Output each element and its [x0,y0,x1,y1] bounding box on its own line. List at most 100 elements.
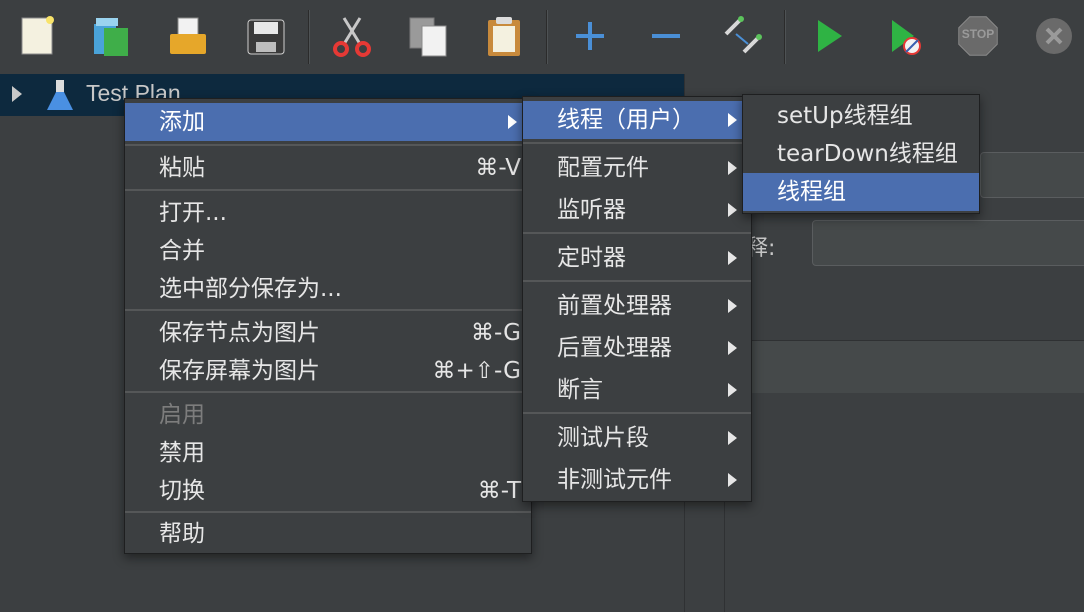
menu-item-label: 切换 [159,478,205,504]
menu-separator [125,511,531,513]
menu-item-shortcut: ⌘-V [475,155,521,181]
test-plan-flask-icon [47,80,73,110]
menu-item-thread-group[interactable]: 线程组 [743,173,979,211]
toggle-icon [724,16,762,54]
tree-expand-icon[interactable] [12,86,22,102]
context-menu: 添加 粘贴 ⌘-V 打开... 合并 选中部分保存为... 保存节点为图片 ⌘-… [124,98,532,554]
new-button[interactable] [16,12,60,60]
menu-item-label: 添加 [159,109,205,135]
menu-item-threads[interactable]: 线程（用户） [523,101,751,139]
menu-item-pre-processor[interactable]: 前置处理器 [523,287,751,325]
submenu-arrow-icon [508,115,517,129]
menu-item-toggle[interactable]: 切换 ⌘-T [125,472,531,510]
submenu-arrow-icon [728,341,737,355]
menu-item-label: 测试片段 [557,425,649,451]
cut-icon [333,17,371,57]
menu-separator [125,391,531,393]
menu-separator [523,280,751,282]
menu-item-label: 合并 [159,238,205,264]
open-folder-icon [170,17,206,54]
menu-item-label: 禁用 [159,440,205,466]
menu-item-merge[interactable]: 合并 [125,232,531,270]
menu-item-save-selection-as[interactable]: 选中部分保存为... [125,270,531,308]
menu-separator [125,309,531,311]
expand-plus-icon [576,22,604,50]
menu-item-paste[interactable]: 粘贴 ⌘-V [125,149,531,187]
toolbar-separator [308,10,310,64]
menu-separator [523,232,751,234]
start-no-pauses-icon [892,20,921,55]
menu-item-label: 前置处理器 [557,293,672,319]
menu-item-label: 线程（用户） [557,107,695,133]
menu-separator [125,189,531,191]
menu-item-assertion[interactable]: 断言 [523,371,751,409]
menu-item-test-fragment[interactable]: 测试片段 [523,419,751,457]
stop-label: STOP [961,27,995,41]
add-submenu: 线程（用户） 配置元件 监听器 定时器 前置处理器 后置处理器 断言 测试片段 … [522,96,752,502]
menu-item-open[interactable]: 打开... [125,194,531,232]
menu-item-label: 配置元件 [557,155,649,181]
menu-item-label: 后置处理器 [557,335,672,361]
menu-item-label: 打开... [159,200,227,226]
menu-item-label: 选中部分保存为... [159,276,342,302]
menu-item-listener[interactable]: 监听器 [523,191,751,229]
toggle-button[interactable] [720,12,764,60]
expand-all-button[interactable] [568,12,612,60]
menu-item-label: tearDown线程组 [777,141,958,167]
shutdown-icon [1036,18,1072,54]
submenu-arrow-icon [728,113,737,127]
menu-item-shortcut: ⌘+⇧-G [432,358,521,384]
menu-item-label: 保存屏幕为图片 [159,358,320,384]
collapse-minus-icon [652,34,680,38]
save-icon [247,19,285,55]
submenu-arrow-icon [728,431,737,445]
menu-item-label: 非测试元件 [557,467,672,493]
menu-item-label: 保存节点为图片 [159,320,320,346]
menu-item-enable: 启用 [125,396,531,434]
menu-item-post-processor[interactable]: 后置处理器 [523,329,751,367]
menu-separator [523,142,751,144]
menu-item-save-node-as-image[interactable]: 保存节点为图片 ⌘-G [125,314,531,352]
menu-separator [523,412,751,414]
paste-button[interactable] [482,12,526,60]
stop-button[interactable]: STOP [956,12,1000,60]
menu-item-label: 帮助 [159,521,205,547]
submenu-arrow-icon [728,299,737,313]
toolbar-separator [784,10,786,64]
menu-item-add[interactable]: 添加 [125,103,531,141]
save-button[interactable] [244,12,288,60]
menu-item-label: 断言 [557,377,603,403]
menu-item-non-test-elements[interactable]: 非测试元件 [523,461,751,499]
start-button[interactable] [806,12,850,60]
cut-button[interactable] [330,12,374,60]
menu-item-timer[interactable]: 定时器 [523,239,751,277]
menu-item-label: 定时器 [557,245,626,271]
comment-field[interactable] [812,220,1084,266]
start-no-pauses-button[interactable] [882,12,926,60]
menu-item-label: 监听器 [557,197,626,223]
menu-item-save-screen-as-image[interactable]: 保存屏幕为图片 ⌘+⇧-G [125,352,531,390]
toolbar: STOP [0,0,1084,74]
name-field[interactable] [980,152,1084,198]
menu-item-label: setUp线程组 [777,103,913,129]
start-icon [818,20,842,52]
paste-icon [488,17,520,56]
menu-item-help[interactable]: 帮助 [125,515,531,553]
menu-item-shortcut: ⌘-G [471,320,521,346]
copy-button[interactable] [406,12,450,60]
menu-item-label: 启用 [159,402,205,428]
shutdown-button[interactable] [1032,12,1076,60]
submenu-arrow-icon [728,251,737,265]
menu-separator [125,144,531,146]
menu-item-setup-thread-group[interactable]: setUp线程组 [743,97,979,135]
submenu-arrow-icon [728,383,737,397]
menu-item-shortcut: ⌘-T [477,478,521,504]
collapse-all-button[interactable] [644,12,688,60]
templates-button[interactable] [90,12,134,60]
open-button[interactable] [166,12,210,60]
menu-item-config-element[interactable]: 配置元件 [523,149,751,187]
submenu-arrow-icon [728,203,737,217]
menu-item-disable[interactable]: 禁用 [125,434,531,472]
menu-item-teardown-thread-group[interactable]: tearDown线程组 [743,135,979,173]
threads-submenu: setUp线程组 tearDown线程组 线程组 [742,94,980,214]
